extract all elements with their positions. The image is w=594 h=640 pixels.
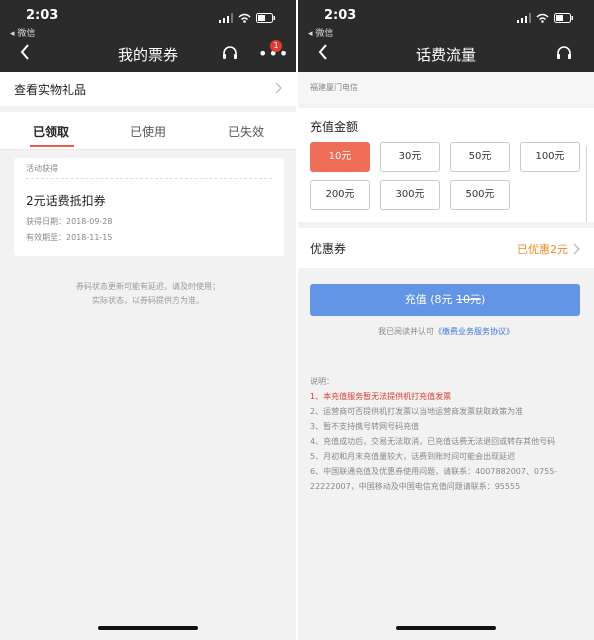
recharge-price: 充值 (8元 (404, 293, 456, 306)
coupon-source: 活动获得 (26, 164, 58, 173)
scroll-rail (586, 146, 587, 222)
agreement-prefix: 我已阅读并认可 (378, 327, 434, 336)
agreement-link[interactable]: 《缴费业务服务协议》 (434, 327, 514, 336)
page-title: 话费流量 (415, 46, 476, 64)
header-bar: 2:03 ◂ 微信 话费流量 (298, 0, 594, 72)
carrier-label: 福建厦门电信 (310, 83, 358, 92)
carrier-info: 福建厦门电信 (298, 72, 594, 104)
signal-icon (517, 13, 531, 23)
status-icons (517, 13, 574, 23)
chevron-right-icon (573, 243, 580, 255)
notification-badge: 1 (270, 40, 282, 52)
coupon-expiry-date: 有效期至：2018-11-15 (26, 233, 113, 242)
page-title: 我的票券 (117, 46, 178, 64)
home-indicator[interactable] (396, 626, 496, 630)
coupon-title: 2元话费抵扣券 (26, 194, 106, 208)
instructions: 说明： 1、本充值服务暂无法提供机打充值发票 2、运营商可否提供机打发票以当地运… (310, 374, 586, 494)
note-item: 1、本充值服务暂无法提供机打充值发票 (310, 392, 452, 401)
notice-line: 券码状态更新可能有延迟，请及时使用； (76, 282, 220, 291)
amount-option-200[interactable]: 200元 (310, 180, 370, 210)
recharge-screen: 2:03 ◂ 微信 话费流量 福建厦门电信 充值金额 10元 30元 50元 1… (298, 0, 594, 640)
active-tab-indicator (30, 145, 74, 147)
coupon-discount: 已优惠2元 (517, 243, 568, 256)
tab-claimed[interactable]: 已领取 (33, 123, 69, 140)
tickets-screen: 2:03 ◂ 微信 我的票券 ••• 1 查看实物礼品 已领取 已使用 已失效 … (0, 0, 296, 640)
notice-line: 实际状态，以券码提供方为准。 (92, 296, 204, 305)
status-time: 2:03 (324, 8, 357, 23)
notes-title: 说明： (310, 377, 334, 386)
note-item: 3、暂不支持携号转网号码充值 (310, 422, 420, 431)
status-time: 2:03 (26, 8, 59, 23)
coupon-obtained-date: 获得日期：2018-09-28 (26, 217, 113, 226)
amount-option-100[interactable]: 100元 (520, 142, 580, 172)
amount-panel: 充值金额 10元 30元 50元 100元 200元 300元 500元 (298, 108, 594, 222)
amount-option-500[interactable]: 500元 (450, 180, 510, 210)
battery-icon (256, 13, 275, 23)
tab-divider (0, 149, 296, 150)
battery-icon (554, 13, 573, 23)
amount-title: 充值金额 (310, 120, 359, 134)
amount-option-300[interactable]: 300元 (380, 180, 440, 210)
amount-option-10[interactable]: 10元 (310, 142, 370, 172)
status-notice: 券码状态更新可能有延迟，请及时使用； 实际状态，以券码提供方为准。 (20, 280, 276, 308)
tab-expired[interactable]: 已失效 (228, 123, 264, 140)
note-item: 4、充值成功后，交易无法取消，已充值话费无法退回或转存其他号码 (310, 437, 556, 446)
headset-icon[interactable] (556, 45, 572, 61)
card-divider (26, 178, 272, 179)
note-item: 2、运营商可否提供机打发票以当地运营商发票获取政策为准 (310, 407, 524, 416)
wifi-icon (238, 13, 251, 23)
back-to-wechat[interactable]: ◂ 微信 (308, 26, 333, 39)
note-item: 6、中国联通充值及优惠券使用问题，请联系：4007882007、0755-222… (310, 467, 558, 491)
note-item: 5、月初和月末充值量较大，话费到账时间可能会出现延迟 (310, 452, 516, 461)
coupon-row[interactable]: 优惠券 已优惠2元 (298, 228, 594, 268)
back-to-wechat[interactable]: ◂ 微信 (10, 26, 35, 39)
recharge-button[interactable]: 充值 (8元 10元) (310, 284, 580, 316)
coupon-card[interactable]: 活动获得 2元话费抵扣券 获得日期：2018-09-28 有效期至：2018-1… (14, 158, 284, 256)
amount-option-50[interactable]: 50元 (450, 142, 510, 172)
view-gifts-row[interactable]: 查看实物礼品 (0, 72, 296, 106)
coupon-label: 优惠券 (310, 242, 347, 256)
status-icons (219, 13, 276, 23)
amount-option-30[interactable]: 30元 (380, 142, 440, 172)
tab-used[interactable]: 已使用 (130, 123, 166, 140)
signal-icon (219, 13, 233, 23)
header-bar: 2:03 ◂ 微信 我的票券 ••• 1 (0, 0, 296, 72)
view-gifts-label: 查看实物礼品 (14, 83, 87, 97)
home-indicator[interactable] (98, 626, 198, 630)
agreement-line: 我已阅读并认可《缴费业务服务协议》 (298, 326, 594, 337)
wifi-icon (536, 13, 549, 23)
original-price: 10元 (456, 293, 481, 306)
recharge-price-close: ) (481, 293, 486, 306)
ticket-tabs: 已领取 已使用 已失效 (0, 112, 296, 150)
headset-icon[interactable] (222, 45, 238, 61)
chevron-right-icon (275, 82, 282, 94)
